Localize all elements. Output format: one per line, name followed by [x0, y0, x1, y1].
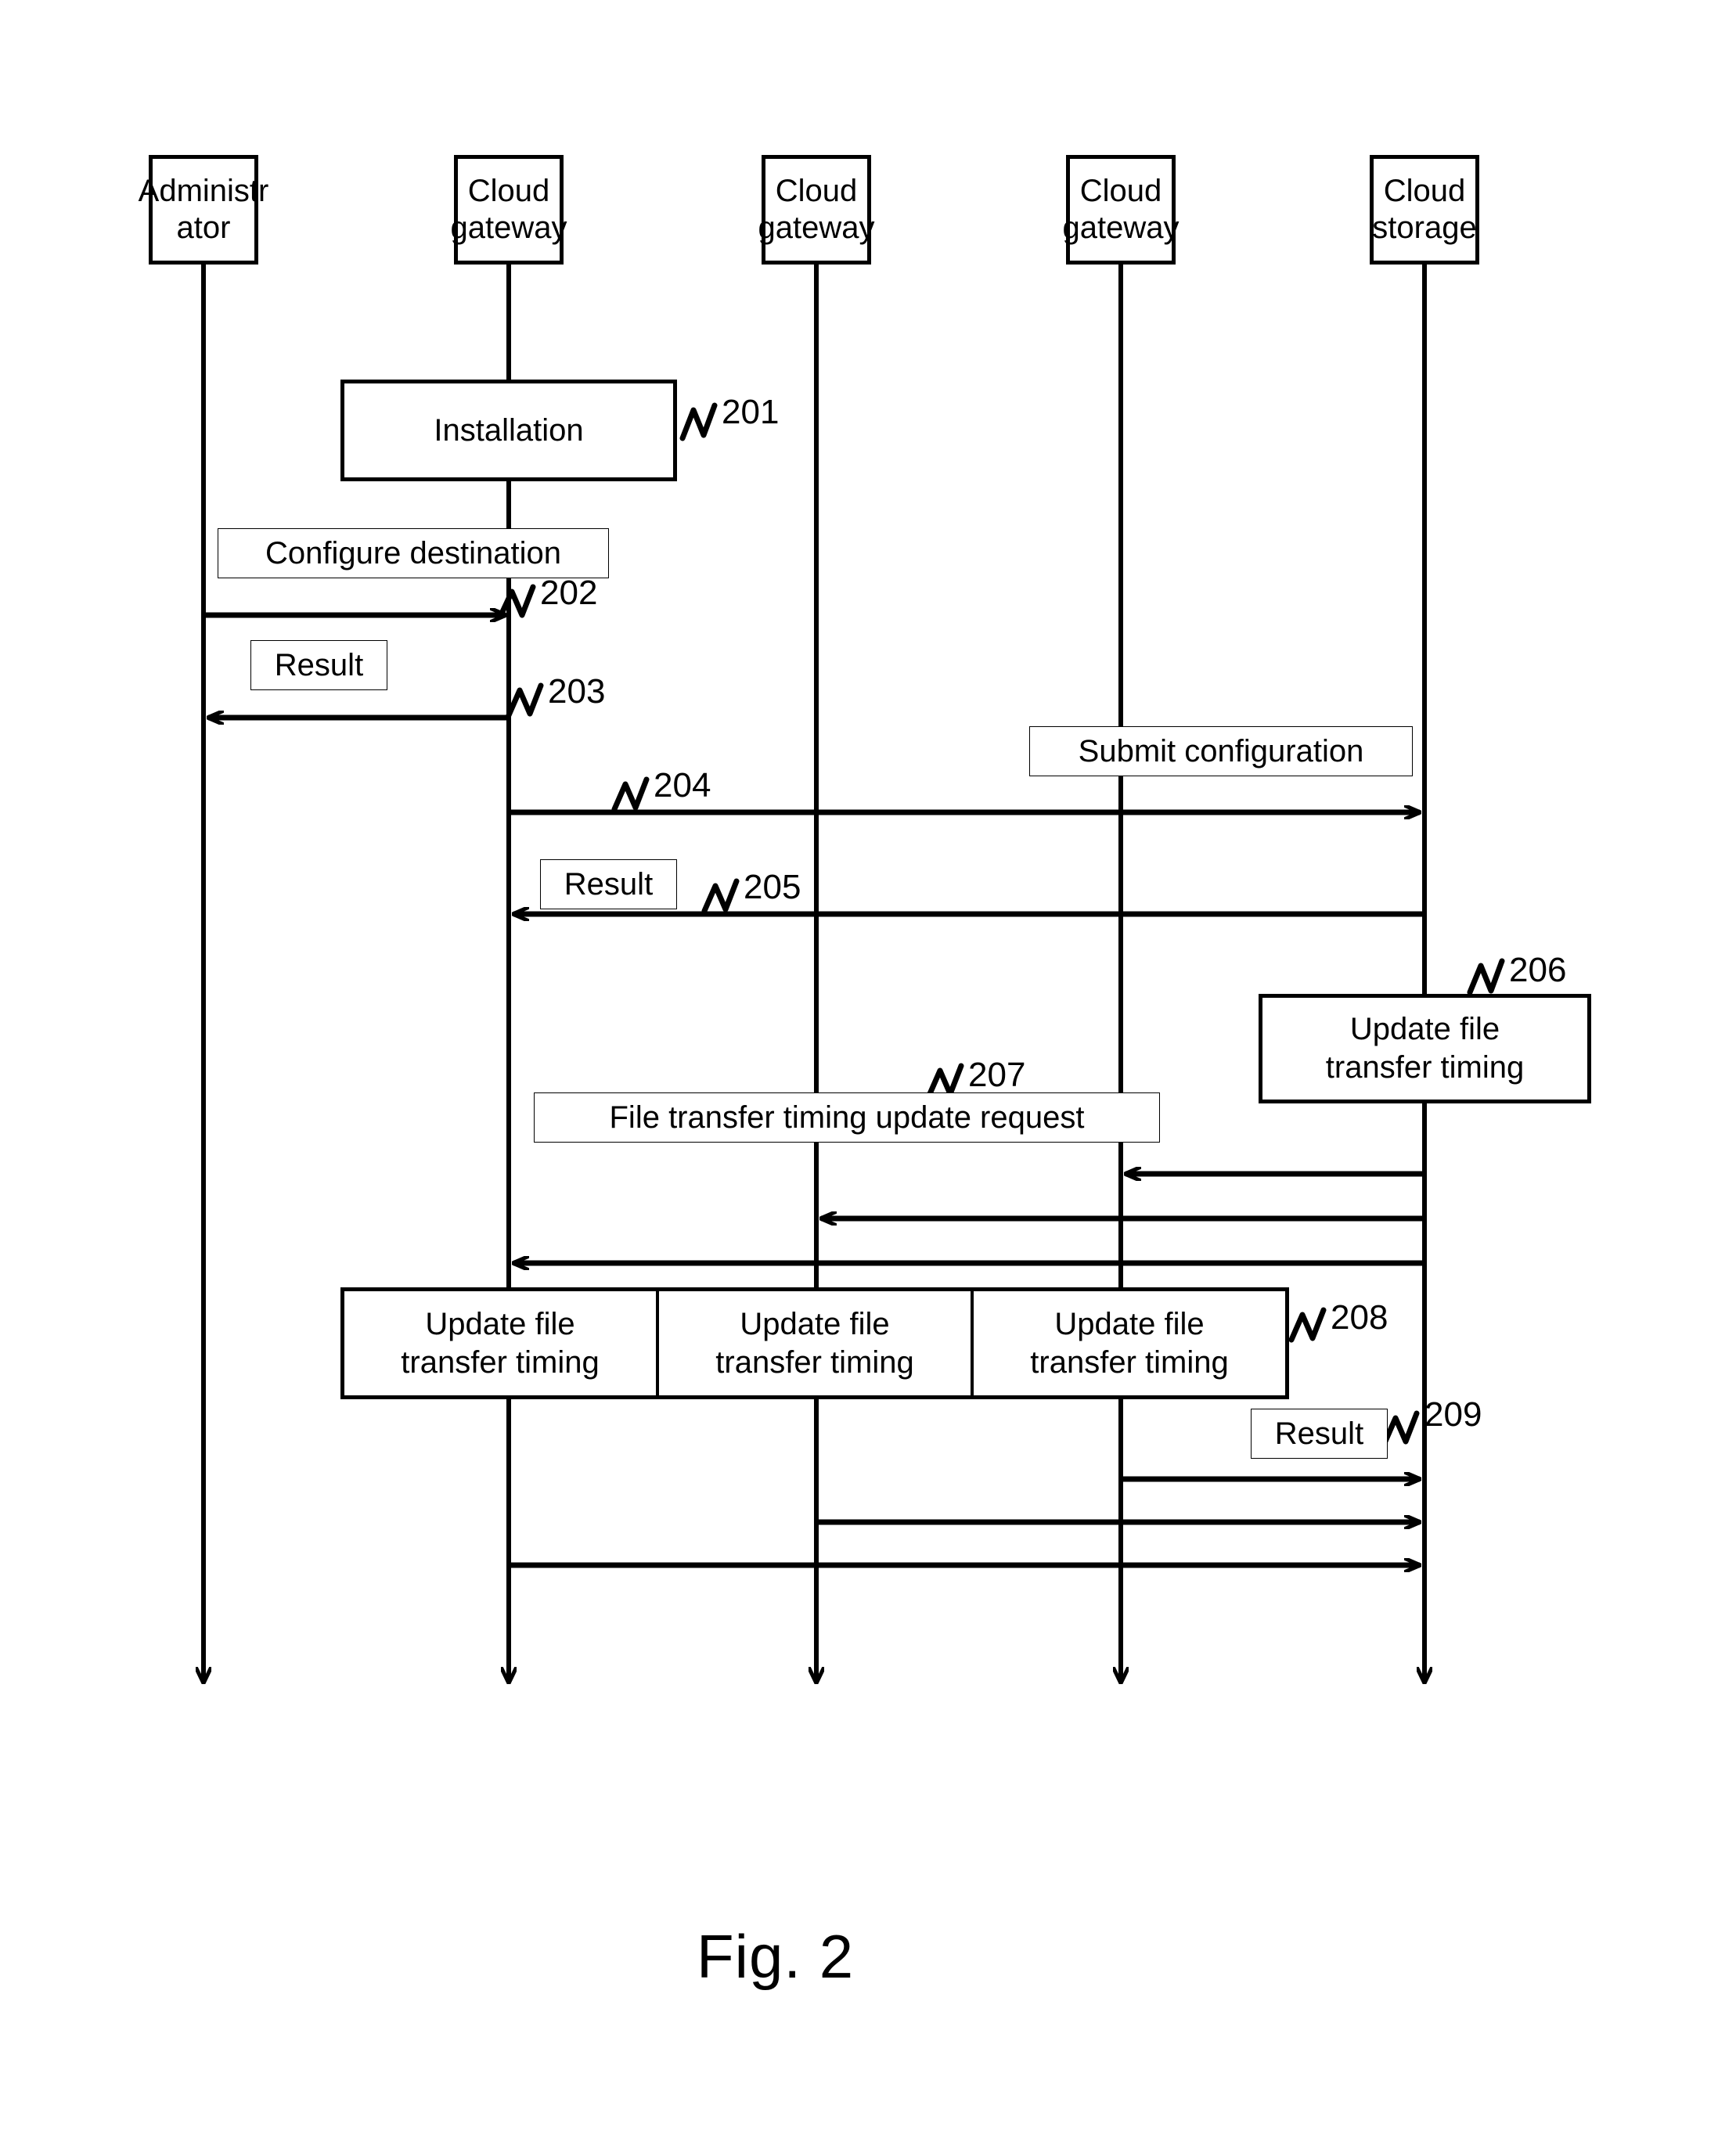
action-cell-line2: transfer timing	[1030, 1344, 1229, 1380]
participant-cloud-storage: Cloud storage	[1370, 155, 1479, 265]
figure-caption: Fig. 2	[697, 1922, 855, 1991]
participant-administrator: Administr ator	[139, 155, 268, 265]
ref-numeral-208: 208	[1331, 1298, 1388, 1337]
participant-cloud-gateway-1: Cloud gateway	[450, 155, 567, 265]
action-cell-line1: Update file	[1054, 1306, 1205, 1341]
leader-205	[701, 878, 740, 914]
ref-numeral-209: 209	[1424, 1395, 1482, 1434]
leader-208	[1288, 1307, 1327, 1343]
message-label-text: Configure destination	[265, 536, 562, 570]
message-label-result-203: Result	[250, 640, 387, 690]
message-label-result-205: Result	[540, 859, 677, 909]
participant-label-line2: gateway	[450, 211, 567, 245]
leader-202	[498, 584, 536, 618]
message-label-result-209: Result	[1251, 1409, 1388, 1459]
patent-figure: Administr ator Cloud gateway Cloud gatew…	[0, 0, 1736, 2138]
participant-label-line1: Cloud	[1079, 173, 1162, 208]
action-cell-gateway-1: Update file transfer timing	[344, 1291, 659, 1395]
action-cell-gateway-2: Update file transfer timing	[659, 1291, 974, 1395]
participant-label-line1: Cloud	[467, 173, 550, 208]
leader-201	[679, 402, 718, 441]
ref-numeral-207: 207	[968, 1056, 1026, 1094]
ref-numeral-203: 203	[548, 672, 606, 711]
action-row-update-file-transfer-timing: Update file transfer timing Update file …	[340, 1287, 1289, 1399]
action-box-line2: transfer timing	[1325, 1050, 1525, 1085]
leader-203	[506, 682, 544, 718]
ref-numeral-206: 206	[1509, 951, 1567, 989]
leader-207	[926, 1063, 964, 1099]
participant-cloud-gateway-2: Cloud gateway	[758, 155, 875, 265]
participant-label-line2: ator	[176, 211, 231, 245]
ref-numeral-201: 201	[722, 393, 780, 431]
leader-204	[611, 776, 650, 812]
action-cell-gateway-3: Update file transfer timing	[974, 1291, 1285, 1395]
action-box-installation-label: Installation	[434, 412, 584, 448]
action-cell-line1: Update file	[740, 1306, 890, 1341]
message-label-text: Result	[564, 867, 654, 902]
ref-numeral-204: 204	[654, 766, 711, 804]
action-cell-line2: transfer timing	[715, 1344, 914, 1380]
message-label-text: Result	[274, 648, 364, 682]
action-box-installation: Installation	[340, 380, 677, 481]
participant-label-line2: gateway	[758, 211, 875, 245]
leader-206	[1467, 958, 1505, 995]
ref-numeral-202: 202	[540, 574, 598, 612]
action-cell-line1: Update file	[425, 1306, 575, 1341]
message-label-ftt-update-request: File transfer timing update request	[534, 1092, 1160, 1143]
participant-label-line1: Cloud	[1383, 173, 1466, 208]
action-box-line1: Update file	[1349, 1012, 1500, 1047]
participant-label-line2: storage	[1372, 211, 1477, 245]
message-label-text: Result	[1274, 1416, 1364, 1451]
action-cell-line2: transfer timing	[401, 1344, 600, 1380]
participant-label-line2: gateway	[1062, 211, 1180, 245]
participant-cloud-gateway-3: Cloud gateway	[1063, 155, 1180, 265]
participant-label-line1: Cloud	[775, 173, 858, 208]
action-box-update-file-transfer-timing-storage: Update file transfer timing	[1259, 994, 1591, 1103]
leader-209	[1381, 1410, 1420, 1446]
message-label-text: Submit configuration	[1078, 734, 1364, 768]
message-label-submit-configuration: Submit configuration	[1029, 726, 1413, 776]
message-label-configure-destination: Configure destination	[218, 528, 609, 578]
participant-label-line1: Administr	[138, 173, 269, 208]
message-label-text: File transfer timing update request	[609, 1100, 1085, 1135]
ref-numeral-205: 205	[744, 868, 801, 906]
